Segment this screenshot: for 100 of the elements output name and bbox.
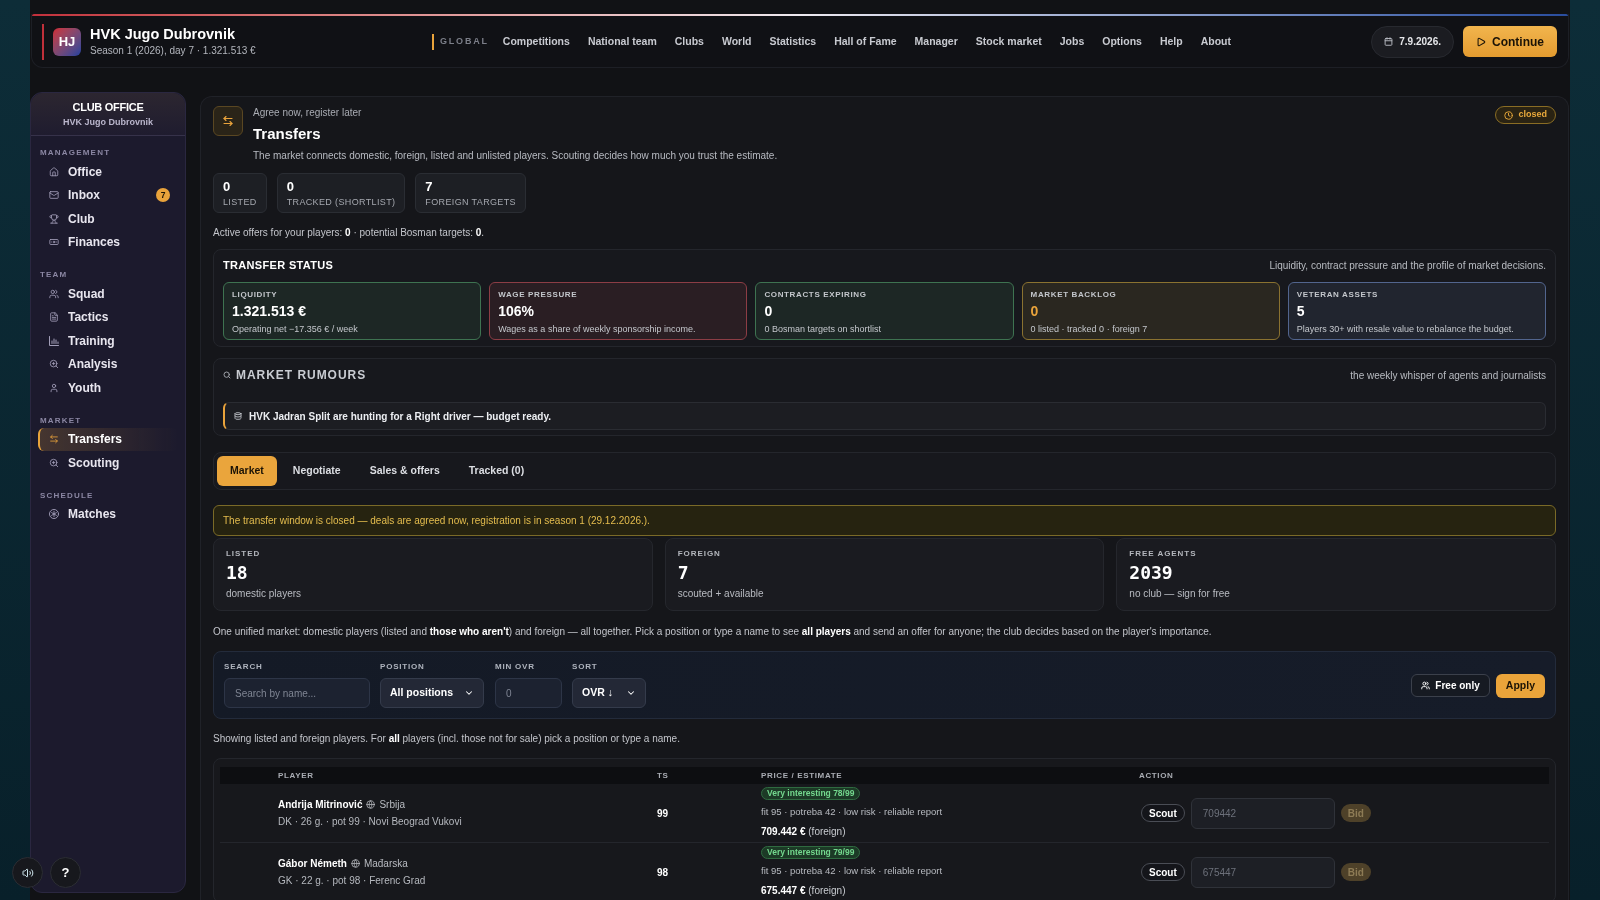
list-note: Showing listed and foreign players. For all players (incl. those not for sale) pick a position or type a name. (213, 733, 680, 744)
player-name: Andrija Mitrinović (278, 798, 363, 812)
nav-link[interactable]: Statistics (769, 33, 817, 50)
eyebrow-text: Agree now, register later (253, 106, 362, 120)
sidebar-item[interactable]: Training (38, 329, 178, 353)
clock-icon (1504, 110, 1514, 120)
tab[interactable]: Tracked (0) (455, 456, 538, 486)
player-name: Gábor Németh (278, 857, 347, 871)
field-label: MIN OVR (495, 662, 535, 672)
field-label: POSITION (380, 662, 425, 672)
trophy-icon (49, 213, 59, 224)
chip-label: LISTED (223, 195, 257, 208)
nav-link[interactable]: Manager (914, 33, 958, 50)
nav-link[interactable]: National team (587, 33, 657, 50)
card-note: Operating net −17.356 € / week (232, 323, 358, 335)
sidebar-item[interactable]: Finances (38, 230, 178, 254)
column-header: TS (657, 769, 669, 782)
scout-report: fit 95 · potreba 42 · low risk · reliable report (761, 863, 943, 878)
club-logo: HJ (53, 27, 81, 56)
column-header: PRICE / ESTIMATE (761, 769, 843, 782)
free-only-button[interactable]: Free only (1411, 674, 1490, 697)
card-label: VETERAN ASSETS (1296, 290, 1378, 300)
calendar-icon (1384, 37, 1394, 46)
nav-link[interactable]: Options (1102, 33, 1142, 50)
stat-label: FREE AGENTS (1129, 548, 1197, 559)
document-icon (49, 312, 59, 323)
sort-select[interactable]: OVR ↓ (572, 678, 646, 708)
season-info: Season 1 (2026), day 7 · 1.321.513 € (90, 44, 256, 58)
stat-value: 18 (226, 561, 248, 585)
tab[interactable]: Negotiate (279, 456, 354, 486)
stat-note: scouted + available (677, 587, 764, 601)
users-icon (49, 288, 59, 299)
price-estimate: 675.447 € (foreign) (761, 884, 846, 899)
player-nationality: Srbija (379, 798, 406, 812)
home-icon (49, 166, 59, 177)
scout-button[interactable]: Scout (1141, 804, 1185, 822)
chip-value: 0 (286, 178, 294, 195)
globe-icon (366, 800, 376, 809)
nav-link[interactable]: Stock market (975, 33, 1042, 50)
bid-amount-field[interactable]: 675447 (1190, 856, 1335, 888)
sidebar-item[interactable]: Tactics (38, 305, 178, 329)
nav-link[interactable]: Jobs (1059, 33, 1085, 50)
sidebar-item[interactable]: Office (38, 160, 178, 184)
min-ovr-field[interactable]: 0 (495, 678, 562, 708)
player-details: DK · 26 g. · pot 99 · Novi Beograd Vukovi (278, 815, 462, 829)
disk-stack-icon (234, 412, 242, 420)
speaker-icon (21, 866, 34, 879)
chip-value: 7 (425, 178, 433, 195)
field-label: SORT (572, 662, 598, 672)
globe-icon (350, 859, 360, 868)
continue-button[interactable]: Continue (1463, 26, 1557, 57)
sidebar-item[interactable]: Inbox 7 (38, 183, 178, 207)
page-title: Transfers (253, 124, 321, 144)
ball-icon (49, 509, 59, 520)
sidebar-item[interactable]: Club (38, 207, 178, 231)
position-select[interactable]: All positions (380, 678, 484, 708)
mail-icon (49, 190, 59, 201)
sidebar-item[interactable]: Matches (38, 502, 178, 526)
panel-title: MARKET RUMOURS (236, 367, 367, 384)
sidebar-item[interactable]: Youth (38, 376, 178, 400)
card-note: Wages as a share of weekly sponsorship income. (498, 323, 696, 335)
price-estimate: 709.442 € (foreign) (761, 825, 846, 840)
sidebar-item[interactable]: Analysis (38, 352, 178, 376)
nav-link[interactable]: Clubs (674, 33, 704, 50)
stat-note: domestic players (226, 587, 302, 601)
panel-caption: Liquidity, contract pressure and the profile of market decisions. (1269, 258, 1546, 273)
sidebar-item[interactable]: Squad (38, 282, 178, 306)
chip-label: TRACKED (SHORTLIST) (286, 195, 396, 208)
nav-link[interactable]: Competitions (502, 33, 570, 50)
bid-amount-field[interactable]: 709442 (1190, 797, 1335, 829)
nav-link[interactable]: Hall of Fame (834, 33, 897, 50)
player-nationality: Mađarska (363, 857, 408, 871)
status-badge: closed (1495, 106, 1556, 124)
field-label: SEARCH (224, 662, 263, 672)
offers-note: Active offers for your players: 0 · potential Bosman targets: 0. (213, 227, 485, 238)
page-description: The market connects domestic, foreign, listed and unlisted players. Scouting decides how much you trust the estimate. (253, 149, 778, 163)
section-label: MARKET (39, 415, 83, 426)
stat-label: LISTED (226, 548, 261, 559)
player-details: GK · 22 g. · pot 98 · Ferenc Grad (278, 874, 426, 888)
apply-button[interactable]: Apply (1495, 673, 1545, 698)
search-field[interactable]: Search by name... (224, 678, 370, 708)
tab[interactable]: Sales & offers (356, 456, 453, 486)
card-note: 0 Bosman targets on shortlist (764, 323, 881, 335)
section-label: SCHEDULE (39, 490, 95, 501)
nav-link[interactable]: About (1200, 33, 1232, 50)
column-header: ACTION (1139, 769, 1174, 782)
nav-link[interactable]: Help (1159, 33, 1183, 50)
card-note: Players 30+ with resale value to rebalance the budget. (1296, 323, 1514, 335)
tab[interactable]: Market (217, 456, 277, 486)
sidebar-item[interactable]: Scouting (38, 451, 178, 475)
panel-title: TRANSFER STATUS (223, 257, 334, 273)
window-notice: The transfer window is closed — deals are agreed now, registration is in season 1 (29.12.2026.). (213, 505, 1556, 536)
sidebar-title: CLUB OFFICE (72, 99, 144, 114)
stat-label: FOREIGN (677, 548, 721, 559)
scout-button[interactable]: Scout (1141, 863, 1185, 881)
card-value: 0 (764, 302, 773, 320)
card-label: MARKET BACKLOG (1030, 290, 1117, 300)
rating-badge: Very interesting 79/99 (761, 845, 861, 859)
nav-link[interactable]: World (721, 33, 752, 50)
play-icon (1476, 36, 1486, 47)
